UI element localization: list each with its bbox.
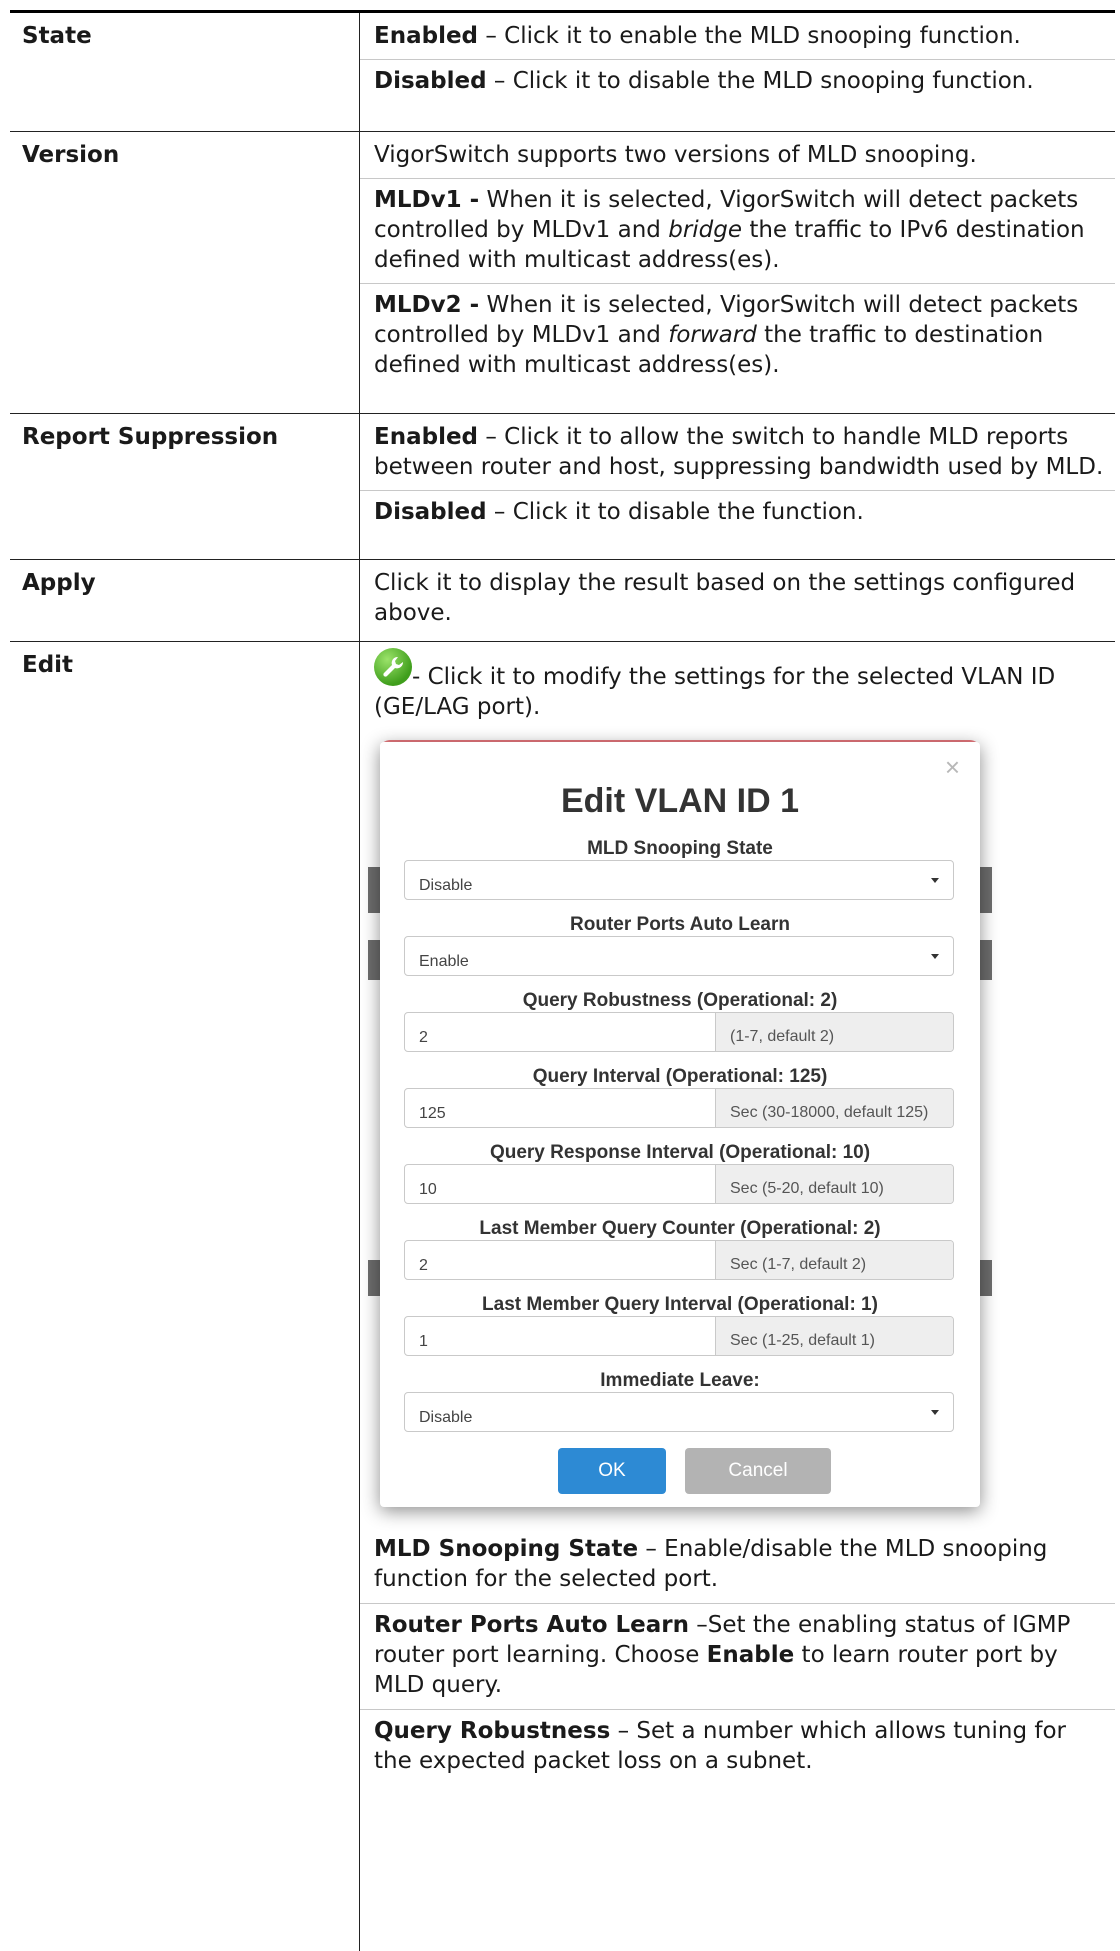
row-label: Report Suppression: [10, 414, 360, 559]
chevron-down-icon: [931, 878, 939, 883]
divider: [360, 490, 1115, 491]
input-addon: Sec (5-20, default 10): [715, 1165, 953, 1203]
edit-field-notes: MLD Snooping State – Enable/disable the …: [360, 1534, 1115, 1776]
mld-state-select[interactable]: Disable: [404, 860, 954, 900]
response-input[interactable]: 10 Sec (5-20, default 10): [404, 1164, 954, 1204]
state-enabled-desc: Enabled – Click it to enable the MLD sno…: [374, 21, 1105, 51]
text: – Click it to enable the MLD snooping fu…: [478, 23, 1021, 49]
term: Router Ports Auto Learn: [374, 1612, 689, 1638]
text: – Click it to disable the function.: [486, 499, 864, 525]
term: MLDv2 -: [374, 292, 480, 318]
immediate-leave-select[interactable]: Disable: [404, 1392, 954, 1432]
text: – Click it to disable the MLD snooping f…: [486, 68, 1034, 94]
note-robustness: Query Robustness – Set a number which al…: [374, 1716, 1105, 1776]
input-value: 1: [419, 1333, 428, 1350]
row-version: Version VigorSwitch supports two version…: [10, 132, 1115, 414]
row-description: Enabled – Click it to allow the switch t…: [360, 414, 1115, 559]
input-addon: Sec (1-25, default 1): [715, 1317, 953, 1355]
term: MLD Snooping State: [374, 1536, 639, 1562]
text: - Click it to modify the settings for th…: [374, 664, 1056, 720]
text: – Click it to allow the switch to handle…: [374, 424, 1104, 480]
wrench-icon[interactable]: [374, 648, 412, 686]
report-disabled-desc: Disabled – Click it to disable the funct…: [374, 497, 1105, 527]
close-icon[interactable]: ×: [945, 754, 960, 780]
row-label: State: [10, 13, 360, 131]
emphasis: forward: [668, 322, 757, 348]
robustness-input[interactable]: 2 (1-7, default 2): [404, 1012, 954, 1052]
lmq-interval-input[interactable]: 1 Sec (1-25, default 1): [404, 1316, 954, 1356]
note-mld-state: MLD Snooping State – Enable/disable the …: [374, 1534, 1105, 1594]
row-edit: Edit - Click it to modify the settings f…: [10, 642, 1115, 1951]
mldv2-desc: MLDv2 - When it is selected, VigorSwitch…: [374, 290, 1105, 380]
input-value: 10: [419, 1181, 437, 1198]
row-label: Version: [10, 132, 360, 413]
emphasis: bridge: [668, 217, 743, 243]
settings-table: State Enabled – Click it to enable the M…: [10, 10, 1115, 1951]
term: Disabled: [374, 68, 487, 94]
apply-desc: Click it to display the result based on …: [374, 570, 1076, 626]
report-enabled-desc: Enabled – Click it to allow the switch t…: [374, 422, 1105, 482]
interval-input[interactable]: 125 Sec (30-18000, default 125): [404, 1088, 954, 1128]
divider: [360, 1709, 1115, 1710]
row-description: VigorSwitch supports two versions of MLD…: [360, 132, 1115, 413]
divider: [360, 283, 1115, 284]
row-description: Enabled – Click it to enable the MLD sno…: [360, 13, 1115, 131]
input-value: 2: [419, 1257, 428, 1274]
row-label: Apply: [10, 560, 360, 641]
lmq-counter-input[interactable]: 2 Sec (1-7, default 2): [404, 1240, 954, 1280]
cancel-button[interactable]: Cancel: [685, 1448, 831, 1494]
term: Enable: [706, 1642, 795, 1668]
input-addon: (1-7, default 2): [715, 1013, 953, 1051]
note-router-ports: Router Ports Auto Learn –Set the enablin…: [374, 1610, 1105, 1700]
modal-title: Edit VLAN ID 1: [560, 782, 800, 820]
term: Query Robustness: [374, 1718, 611, 1744]
input-addon: Sec (1-7, default 2): [715, 1241, 953, 1279]
state-disabled-desc: Disabled – Click it to disable the MLD s…: [374, 66, 1105, 96]
select-value: Disable: [419, 877, 473, 894]
divider: [360, 178, 1115, 179]
chevron-down-icon: [931, 954, 939, 959]
version-intro: VigorSwitch supports two versions of MLD…: [374, 142, 977, 168]
divider: [360, 1603, 1115, 1604]
ok-button[interactable]: OK: [558, 1448, 666, 1494]
row-label: Edit: [10, 642, 360, 1951]
select-value: Disable: [419, 1409, 473, 1426]
row-description: - Click it to modify the settings for th…: [360, 642, 1115, 1951]
input-addon: Sec (30-18000, default 125): [715, 1089, 953, 1127]
edit-dialog-screenshot: × Edit VLAN ID 1 MLD Snooping State Disa…: [360, 740, 1000, 1520]
edit-desc: - Click it to modify the settings for th…: [374, 648, 1105, 722]
term: Enabled: [374, 23, 479, 49]
router-ports-select[interactable]: Enable: [404, 936, 954, 976]
row-apply: Apply Click it to display the result bas…: [10, 560, 1115, 642]
row-state: State Enabled – Click it to enable the M…: [10, 13, 1115, 132]
input-value: 125: [419, 1105, 446, 1122]
chevron-down-icon: [931, 1410, 939, 1415]
term: Disabled: [374, 499, 487, 525]
term: MLDv1 -: [374, 187, 480, 213]
select-value: Enable: [419, 953, 469, 970]
row-report-suppression: Report Suppression Enabled – Click it to…: [10, 414, 1115, 560]
edit-vlan-modal: × Edit VLAN ID 1 MLD Snooping State Disa…: [380, 742, 980, 1507]
input-value: 2: [419, 1029, 428, 1046]
divider: [360, 59, 1115, 60]
term: Enabled: [374, 424, 479, 450]
row-description: Click it to display the result based on …: [360, 560, 1115, 641]
mldv1-desc: MLDv1 - When it is selected, VigorSwitch…: [374, 185, 1105, 275]
